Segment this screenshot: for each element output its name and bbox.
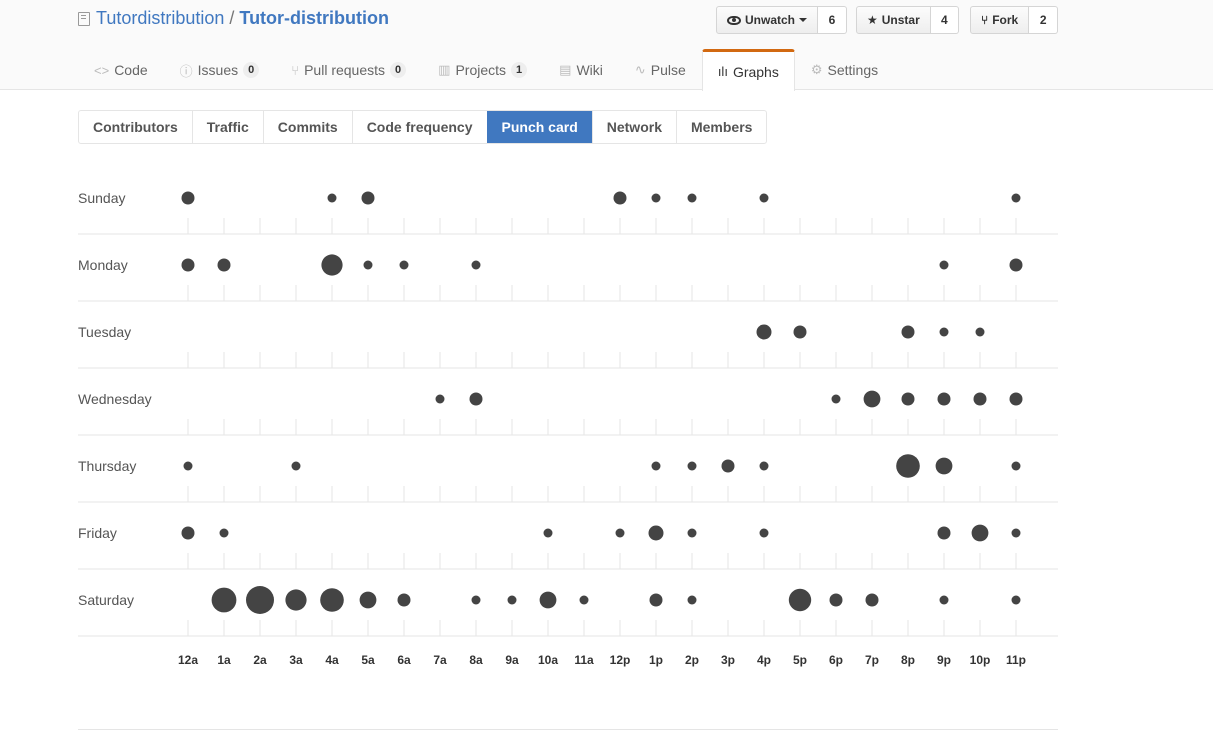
day-label: Saturday — [78, 592, 134, 608]
hour-label: 5a — [361, 653, 375, 667]
punch-dot — [181, 258, 195, 272]
punch-dot — [397, 593, 411, 607]
punch-dot — [939, 327, 949, 337]
hour-label: 1a — [217, 653, 231, 667]
punch-dot — [975, 327, 985, 337]
punch-dot — [435, 394, 445, 404]
punch-dot — [937, 526, 951, 540]
punch-dot — [327, 193, 337, 203]
hour-label: 11p — [1006, 653, 1026, 667]
hour-label: 5p — [793, 653, 807, 667]
punch-dot — [579, 595, 589, 605]
punch-dot — [211, 587, 237, 613]
punch-dot — [939, 595, 949, 605]
punch-dot — [321, 254, 343, 276]
hour-label: 1p — [649, 653, 663, 667]
punch-dot — [939, 260, 949, 270]
hour-label: 9a — [505, 653, 519, 667]
punch-dot — [793, 325, 807, 339]
punch-dot — [973, 392, 987, 406]
punch-dot — [181, 191, 195, 205]
punch-dot — [865, 593, 879, 607]
day-label: Monday — [78, 257, 128, 273]
punch-dot — [687, 595, 697, 605]
punch-dot — [759, 528, 769, 538]
hour-label: 7a — [433, 653, 447, 667]
punch-dot — [651, 193, 661, 203]
punch-dot — [471, 595, 481, 605]
punch-dot — [901, 392, 915, 406]
punch-dot — [217, 258, 231, 272]
punch-dot — [291, 461, 301, 471]
punch-dot — [363, 260, 373, 270]
hour-label: 10p — [970, 653, 991, 667]
punch-dot — [937, 392, 951, 406]
day-label: Thursday — [78, 458, 136, 474]
punch-dot — [687, 461, 697, 471]
day-label: Wednesday — [78, 391, 152, 407]
punch-dot — [219, 528, 229, 538]
punch-dot — [651, 461, 661, 471]
punch-dot — [469, 392, 483, 406]
punch-dot — [1011, 595, 1021, 605]
hour-label: 8a — [469, 653, 483, 667]
punch-dot — [648, 525, 664, 541]
punch-dot — [1009, 392, 1023, 406]
punch-dot — [361, 191, 375, 205]
punch-dot — [1011, 528, 1021, 538]
hour-label: 8p — [901, 653, 915, 667]
punch-dot — [471, 260, 481, 270]
punch-dot — [183, 461, 193, 471]
hour-label: 4a — [325, 653, 339, 667]
punch-dot — [613, 191, 627, 205]
punch-dot — [901, 325, 915, 339]
day-label: Friday — [78, 525, 117, 541]
punch-dot — [896, 454, 920, 478]
hour-label: 6a — [397, 653, 411, 667]
punch-dot — [788, 588, 812, 612]
hour-label: 7p — [865, 653, 879, 667]
punch-dot — [285, 589, 307, 611]
hour-label: 3a — [289, 653, 303, 667]
hour-label: 2p — [685, 653, 699, 667]
punch-dot — [181, 526, 195, 540]
punch-dot — [971, 524, 989, 542]
punch-dot — [759, 193, 769, 203]
punch-dot — [1009, 258, 1023, 272]
punch-dot — [756, 324, 772, 340]
punch-card-chart: Sunday Monday Tuesday Wednesday Thursday Frid… — [78, 190, 1058, 667]
hour-label: 10a — [538, 653, 558, 667]
punch-dot — [1011, 461, 1021, 471]
punch-dot — [829, 593, 843, 607]
hour-label: 4p — [757, 653, 771, 667]
punch-dot — [543, 528, 553, 538]
hour-label: 9p — [937, 653, 951, 667]
punch-dot — [687, 193, 697, 203]
punch-dot — [721, 459, 735, 473]
punch-dot — [1011, 193, 1021, 203]
punch-dot — [539, 591, 557, 609]
punch-dot — [687, 528, 697, 538]
hour-label: 6p — [829, 653, 843, 667]
punch-dot — [507, 595, 517, 605]
punch-dot — [831, 394, 841, 404]
footer-divider — [78, 729, 1058, 730]
punch-dot — [399, 260, 409, 270]
punch-dot — [615, 528, 625, 538]
hour-label: 2a — [253, 653, 267, 667]
punch-dot — [649, 593, 663, 607]
day-label: Tuesday — [78, 324, 131, 340]
punch-dot — [759, 461, 769, 471]
punch-dot — [863, 390, 881, 408]
punch-dot — [359, 591, 377, 609]
punch-dot — [320, 588, 344, 612]
day-label: Sunday — [78, 190, 125, 206]
hour-label: 11a — [574, 653, 594, 667]
punch-dot — [246, 586, 274, 614]
hour-label: 12p — [610, 653, 631, 667]
hour-label: 3p — [721, 653, 735, 667]
hour-label: 12a — [178, 653, 198, 667]
punch-dot — [935, 457, 953, 475]
